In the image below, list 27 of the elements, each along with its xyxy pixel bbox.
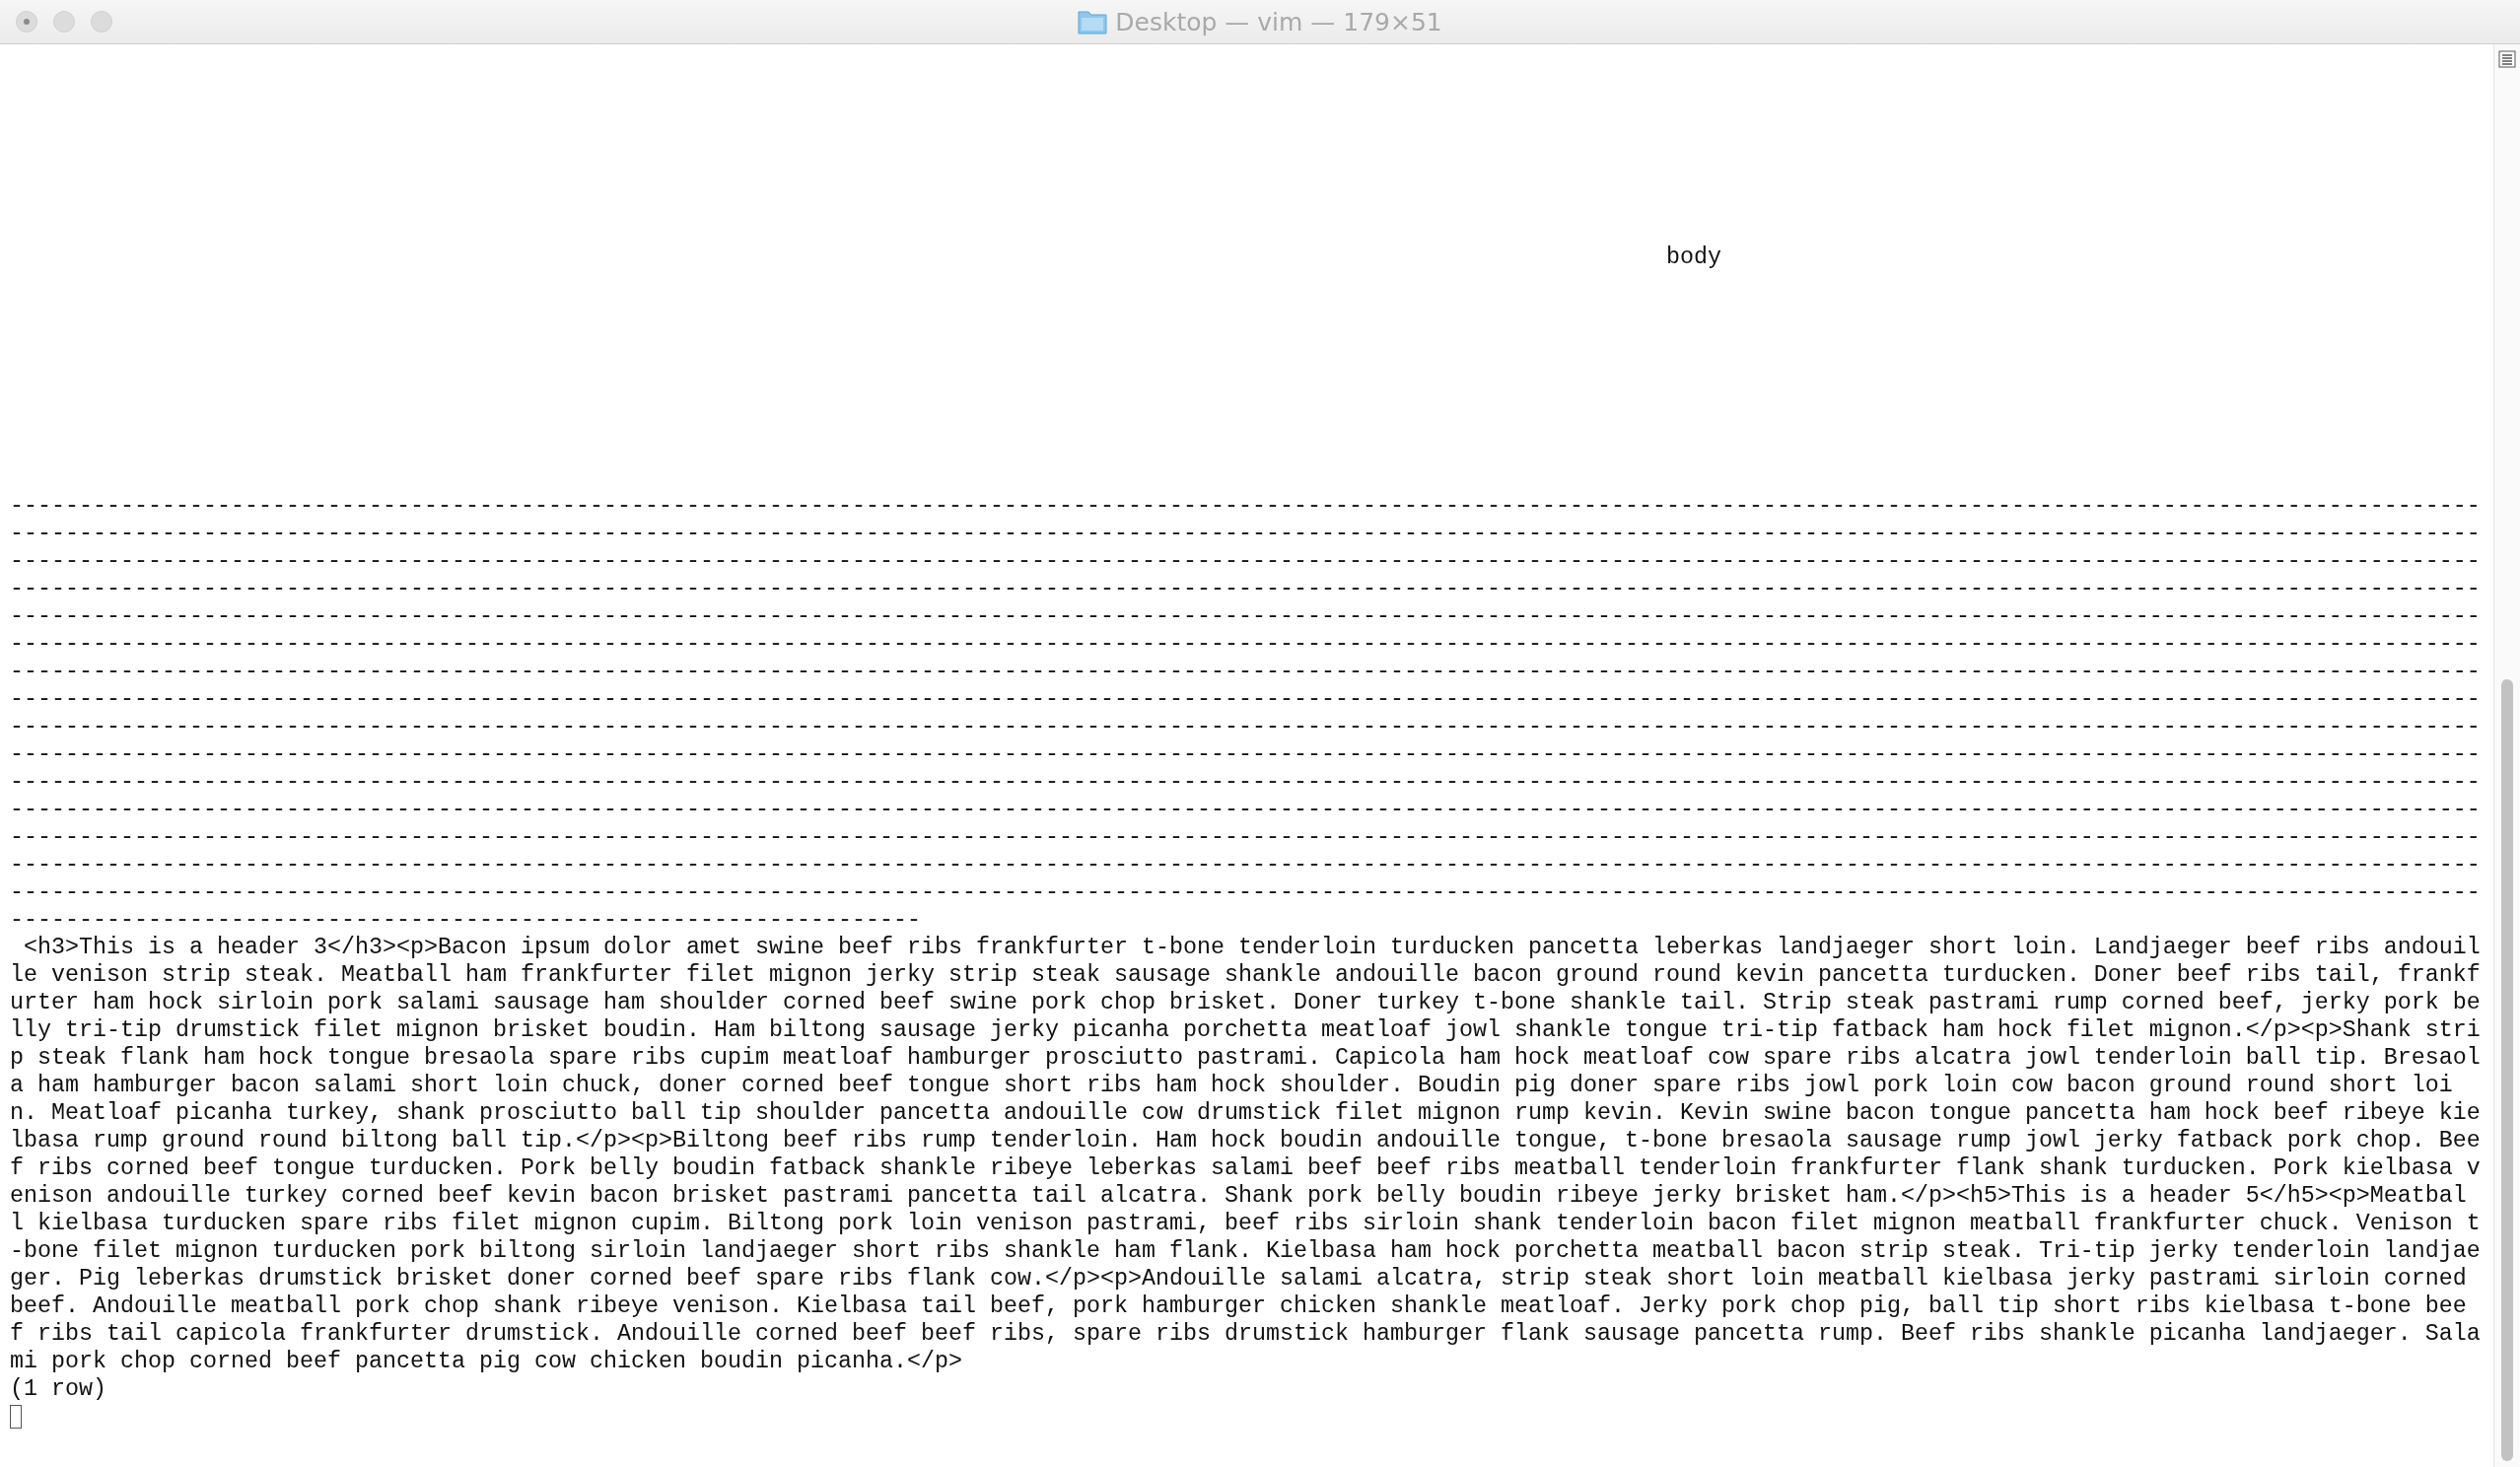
minimize-button[interactable]: [53, 11, 75, 33]
separator-line: -----------------------------------------------------------------------------------------------------------------------------------------------------------------------------------: [10, 492, 2481, 520]
window-title: Desktop — vim — 179×51: [1115, 7, 1442, 36]
separator-line: -----------------------------------------------------------------------------------------------------------------------------------------------------------------------------------: [10, 851, 2481, 878]
separator-line: -----------------------------------------------------------------------------------------------------------------------------------------------------------------------------------: [10, 630, 2481, 658]
close-button[interactable]: [16, 11, 37, 33]
list-icon: [2498, 50, 2516, 68]
separator-line: -----------------------------------------------------------------------------------------------------------------------------------------------------------------------------------: [10, 658, 2481, 685]
separator-line: -----------------------------------------------------------------------------------------------------------------------------------------------------------------------------------: [10, 547, 2481, 575]
text-cursor: [10, 1405, 22, 1429]
separator-line: -----------------------------------------------------------------------------------------------------------------------------------------------------------------------------------: [10, 878, 2481, 906]
scrollbar-thumb[interactable]: [2501, 679, 2513, 1461]
separator-line: -----------------------------------------------------------------------------------------------------------------------------------------------------------------------------------: [10, 575, 2481, 602]
separator-line: -----------------------------------------------------------------------------------------------------------------------------------------------------------------------------------: [10, 685, 2481, 713]
separator-line: -----------------------------------------------------------------------------------------------------------------------------------------------------------------------------------: [10, 602, 2481, 630]
separator-line: -----------------------------------------------------------------------------------------------------------------------------------------------------------------------------------: [10, 796, 2481, 823]
row-count: (1 row): [10, 1375, 106, 1403]
cell-value: <h3>This is a header 3</h3><p>Bacon ipsum dolor amet swine beef ribs frankfurter t-bone tenderloin turducken pancetta leberkas landjaeger short loin. Landjaeger beef ribs andouille venison strip steak. Meatball ham frankfurter filet mignon jerky strip steak sausage shankle andouille bacon ground round kevin pancetta turducken. Doner beef ribs tail, frankfurter ham hock sirloin pork salami sausage ham shoulder corned beef swine pork chop brisket. Doner turkey t-bone shankle tail. Strip steak pastrami rump corned beef, jerky pork belly tri-tip drumstick filet mignon brisket boudin. Ham biltong sausage jerky picanha porchetta meatloaf jowl shankle tongue tri-tip fatback ham hock filet mignon.</p><p>Shank strip steak flank ham hock tongue bresaola spare ribs cupim meatloaf hamburger prosciutto pastrami. Capicola ham hock meatloaf cow spare ribs alcatra jowl tenderloin ball tip. Bresaola ham hamburger bacon salami short loin chuck, doner corned beef tongue short ribs ham hock shoulder. Boudin pig doner spare ribs jowl pork loin cow bacon ground round short loin. Meatloaf picanha turkey, shank prosciutto ball tip shoulder pancetta andouille cow drumstick filet mignon rump kevin. Kevin swine bacon tongue pancetta ham hock beef ribeye kielbasa rump ground round biltong ball tip.</p><p>Biltong beef ribs rump tenderloin. Ham hock boudin andouille tongue, t-bone bresaola sausage rump jowl jerky fatback pork chop. Beef ribs corned beef tongue turducken. Pork belly boudin fatback shankle ribeye leberkas salami beef beef ribs meatball tenderloin frankfurter flank shank turducken. Pork kielbasa venison andouille turkey corned beef kevin bacon brisket pastrami pancetta tail alcatra. Shank pork belly boudin ribeye jerky brisket ham.</p><h5>This is a header 5</h5><p>Meatball kielbasa turducken spare ribs filet mignon cupim. Biltong pork loin venison pastrami, beef ribs sirloin shank tenderloin bacon filet mignon meatball frankfurter chuck. Venison t-bone filet mignon turducken pork biltong sirloin landjaeger short ribs shankle ham flank. Kielbasa ham hock porchetta meatball bacon strip steak. Tri-tip jerky tenderloin landjaeger. Pig leberkas drumstick brisket doner corned beef spare ribs flank cow.</p><p>Andouille salami alcatra, strip steak short loin meatball kielbasa jerky pastrami sirloin corned beef. Andouille meatball pork chop shank ribeye venison. Kielbasa tail beef, pork hamburger chicken shankle meatloaf. Jerky pork chop pig, ball tip short ribs kielbasa t-bone beef ribs tail capicola frankfurter drumstick. Andouille corned beef beef ribs, spare ribs drumstick hamburger flank sausage pancetta rump. Beef ribs shankle picanha landjaeger. Salami pork chop corned beef pancetta pig cow chicken boudin picanha.</p>: [10, 934, 2481, 1375]
zoom-button[interactable]: [91, 11, 112, 33]
column-header: body: [1665, 244, 1721, 270]
separator-line: -----------------------------------------------------------------------------------------------------------------------------------------------------------------------------------: [10, 823, 2481, 851]
separator-line: ------------------------------------------------------------------: [10, 906, 921, 934]
separator-line: -----------------------------------------------------------------------------------------------------------------------------------------------------------------------------------: [10, 520, 2481, 547]
separator-line: -----------------------------------------------------------------------------------------------------------------------------------------------------------------------------------: [10, 768, 2481, 796]
separator-line: -----------------------------------------------------------------------------------------------------------------------------------------------------------------------------------: [10, 713, 2481, 740]
separator-line: -----------------------------------------------------------------------------------------------------------------------------------------------------------------------------------: [10, 740, 2481, 768]
folder-icon: [1078, 9, 1108, 35]
